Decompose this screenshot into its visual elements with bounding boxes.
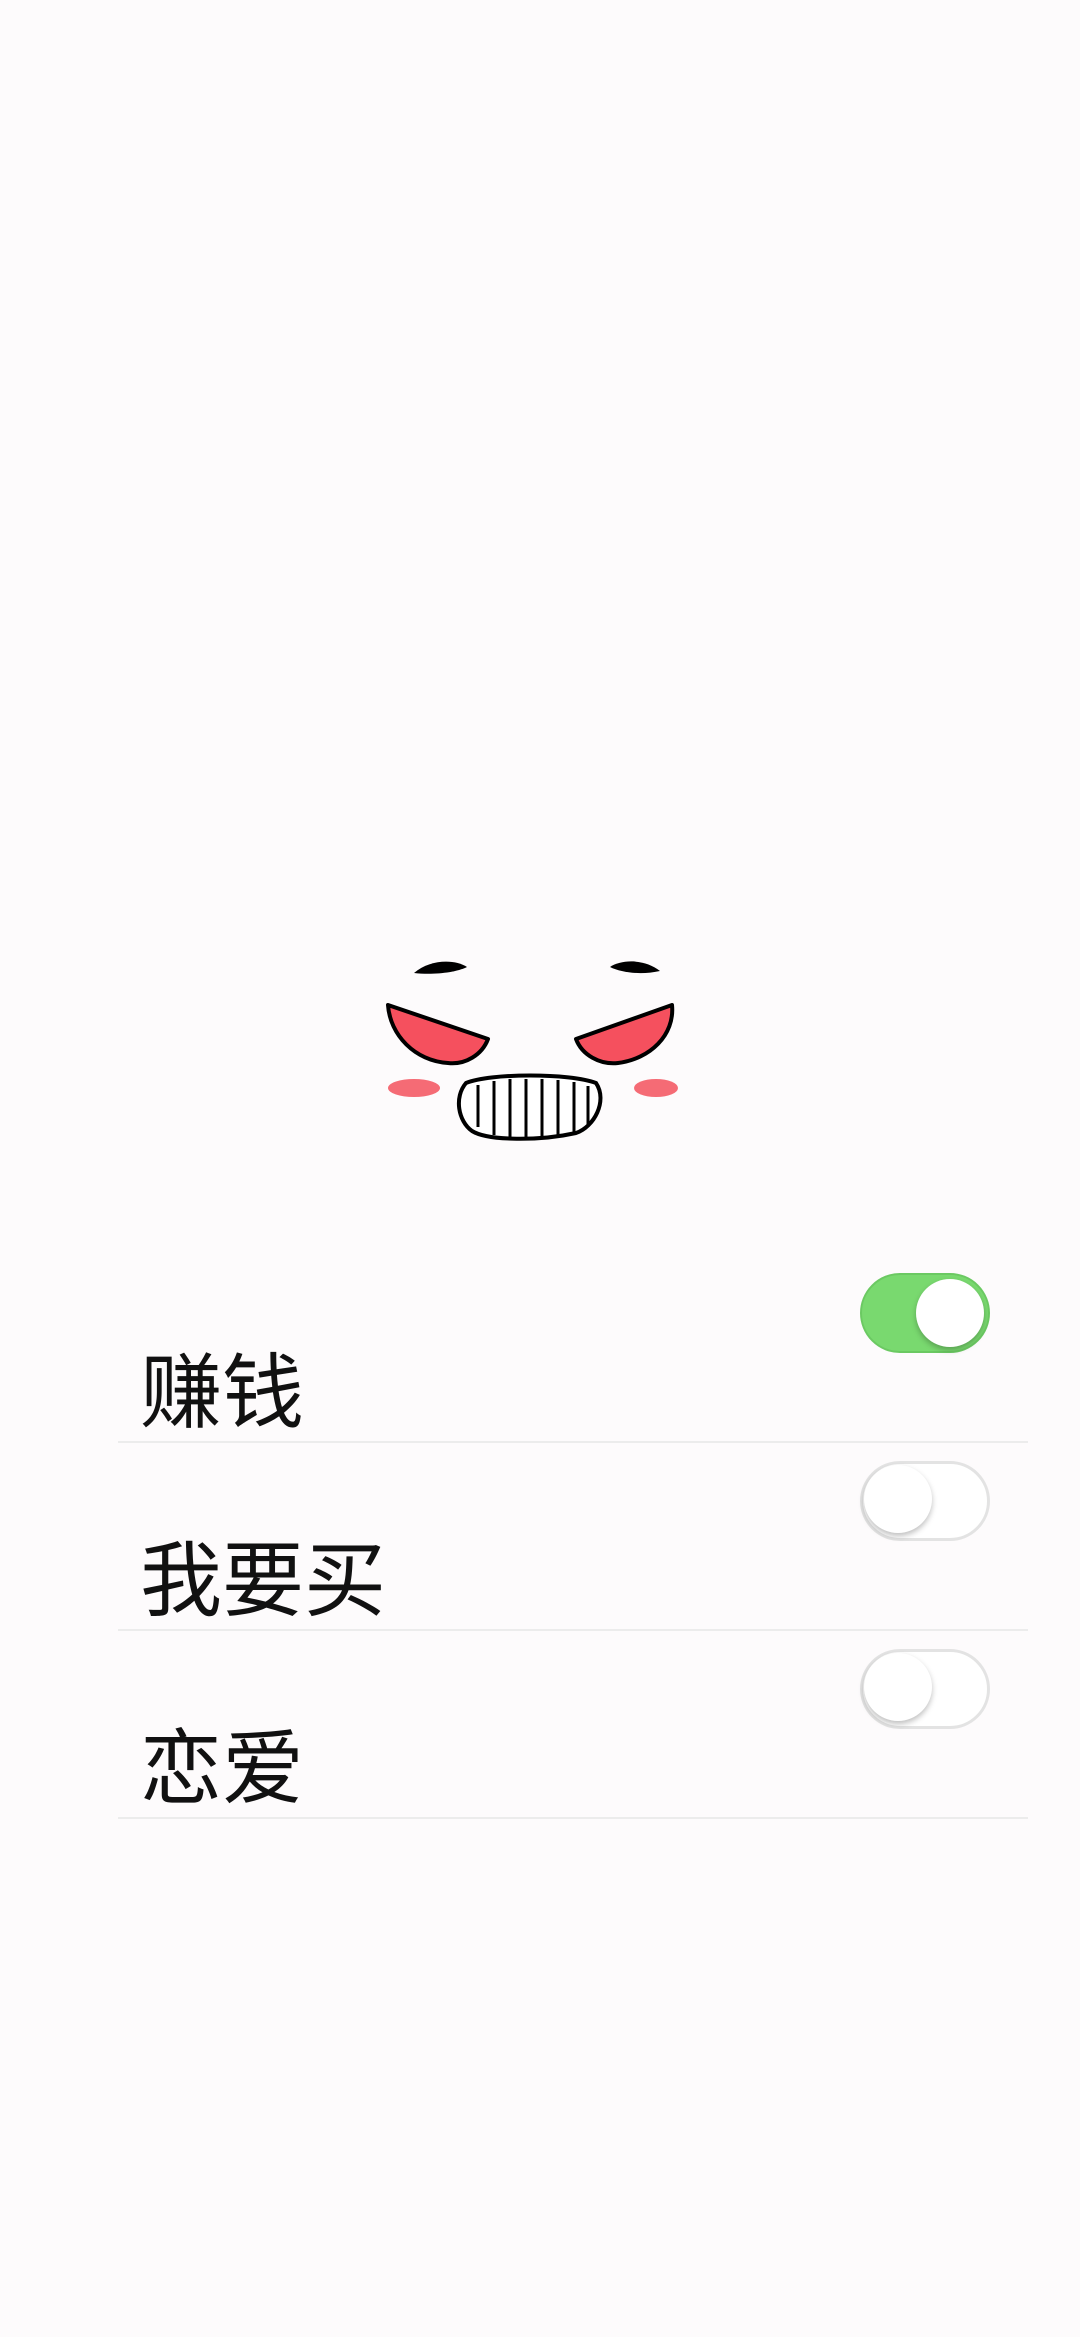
left-eye: [386, 1003, 490, 1066]
settings-row-earn-money[interactable]: 赚钱: [118, 1255, 1028, 1443]
right-eyebrow: [610, 961, 660, 974]
settings-row-label: 我要买: [140, 1534, 387, 1629]
settings-row-label: 恋爱: [140, 1722, 305, 1817]
settings-list: 赚钱 我要买 恋爱: [118, 1255, 1028, 1819]
toggle-knob: [916, 1279, 984, 1347]
mouth: [456, 1073, 603, 1141]
angry-face-icon: [386, 961, 678, 1141]
right-blush: [634, 1079, 678, 1097]
right-eye: [574, 1003, 675, 1066]
settings-row-label: 赚钱: [140, 1346, 305, 1441]
earn-money-toggle[interactable]: [860, 1273, 990, 1353]
left-blush: [388, 1079, 440, 1097]
romance-toggle[interactable]: [860, 1649, 990, 1729]
left-eyebrow: [414, 961, 467, 974]
settings-row-romance[interactable]: 恋爱: [118, 1631, 1028, 1819]
toggle-knob: [864, 1653, 932, 1721]
settings-row-shopping[interactable]: 我要买: [118, 1443, 1028, 1631]
toggle-knob: [864, 1465, 932, 1533]
shopping-toggle[interactable]: [860, 1461, 990, 1541]
